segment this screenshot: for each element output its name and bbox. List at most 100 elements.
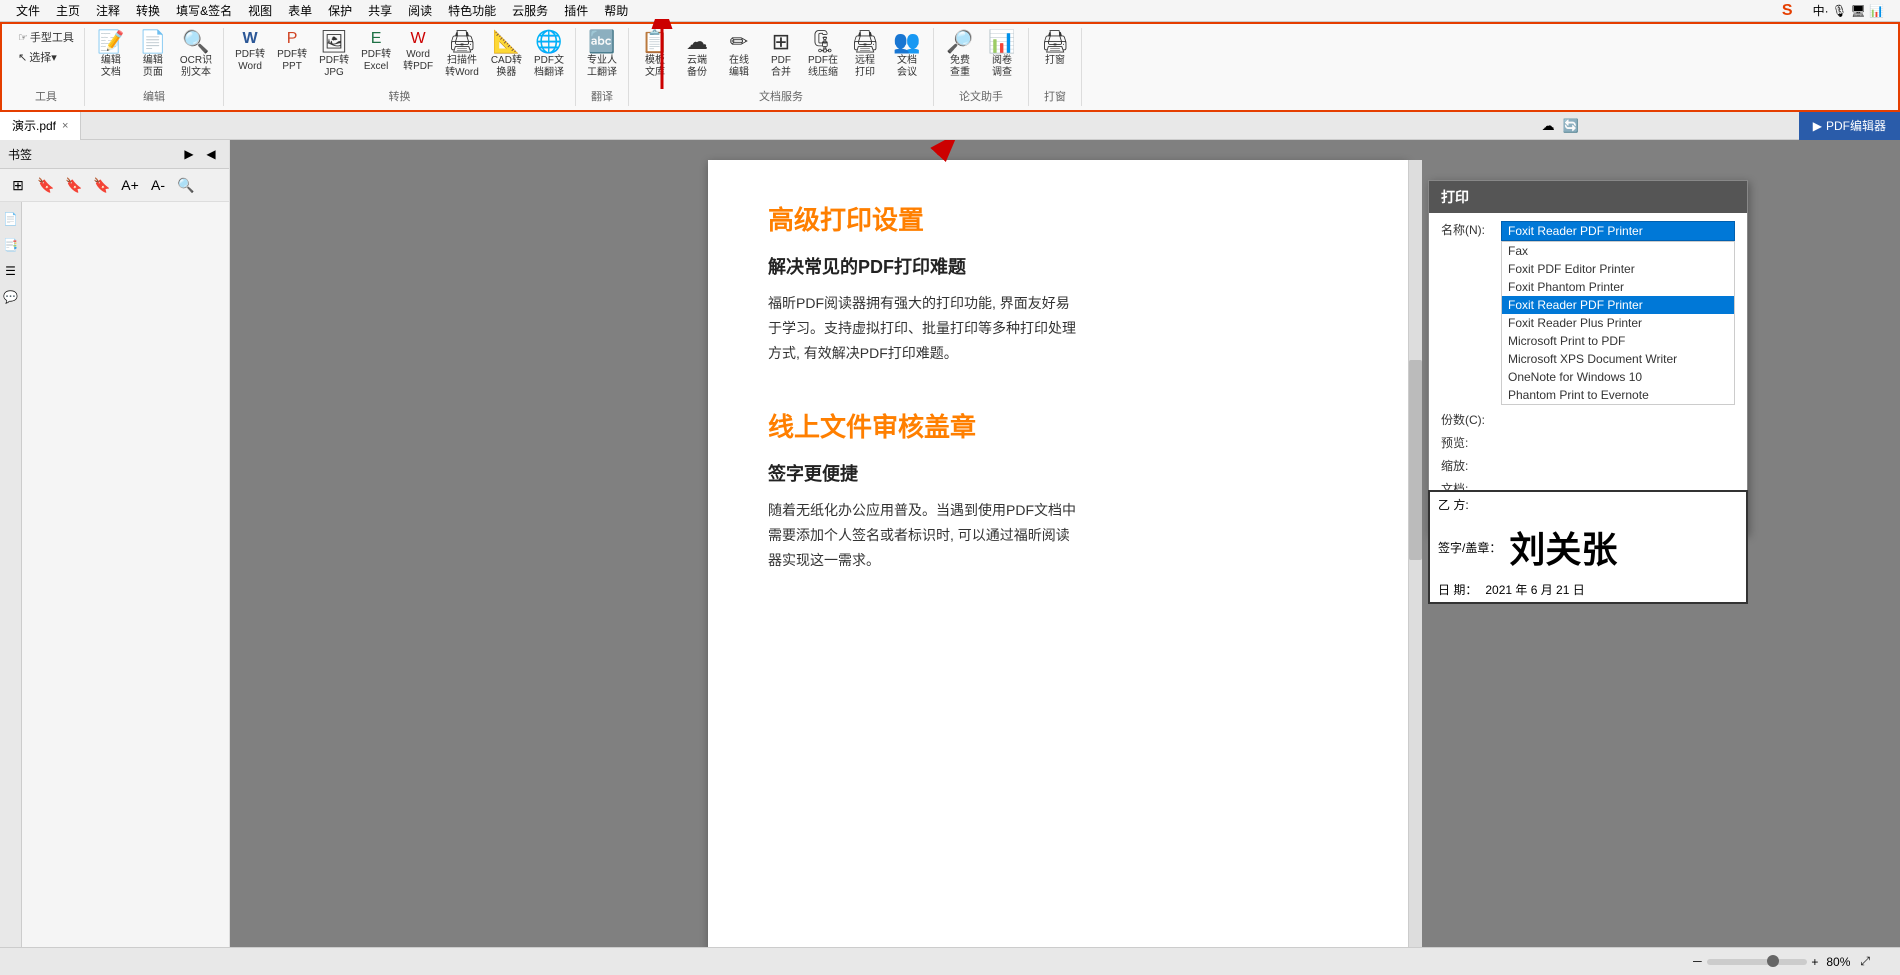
sidebar-tool-bookmark-add[interactable]: 🔖: [34, 173, 58, 197]
menu-view[interactable]: 视图: [240, 2, 280, 19]
edit-buttons: 📝 编辑 文档 📄 编辑 页面 🔍 OCR识 别文本: [91, 28, 217, 88]
pdf-merge-button[interactable]: ⊞ PDF 合并: [761, 28, 801, 82]
sidebar-tool-bookmark-add2[interactable]: 🔖: [62, 173, 86, 197]
tab-label: 演示.pdf: [12, 117, 56, 134]
printer-item-fax[interactable]: Fax: [1502, 242, 1734, 260]
sig-label: 签字/盖章：: [1438, 539, 1501, 556]
pdf-to-ppt-button[interactable]: P PDF转 PPT: [272, 28, 312, 76]
doc-meeting-button[interactable]: 👥 文档 会议: [887, 28, 927, 82]
zoom-level: 80%: [1826, 955, 1850, 969]
menu-annotate[interactable]: 注释: [88, 2, 128, 19]
doc-service-section: 📋 模板 文库 ☁ 云端 备份 ✏ 在线 编辑 ⊞ PDF 合并 🗜 PDF在 …: [629, 28, 934, 106]
sidebar-icon-layer[interactable]: ☰: [2, 262, 20, 280]
zoom-minus-button[interactable]: －: [1691, 953, 1703, 970]
reading-check-button[interactable]: 📊 阅卷 调查: [982, 28, 1022, 82]
cloud-backup-button[interactable]: ☁ 云端 备份: [677, 28, 717, 82]
translate-section: 🔤 专业人 工翻译 翻译: [576, 28, 629, 106]
scrollbar-thumb[interactable]: [1409, 360, 1422, 560]
menu-home[interactable]: 主页: [48, 2, 88, 19]
sidebar-tool-font-increase[interactable]: A+: [118, 173, 142, 197]
pro-translate-button[interactable]: 🔤 专业人 工翻译: [582, 28, 622, 82]
printer-item-phantom[interactable]: Foxit Phantom Printer: [1502, 278, 1734, 296]
section1-title: 高级打印设置: [768, 200, 1348, 237]
printer-item-editor[interactable]: Foxit PDF Editor Printer: [1502, 260, 1734, 278]
print-dialog-body: 名称(N): Foxit Reader PDF Printer Fax Foxi…: [1429, 213, 1747, 534]
select-tool-button[interactable]: ↖ 选择▾: [14, 48, 61, 66]
sidebar-collapse-btn[interactable]: ◀: [201, 144, 221, 164]
cloud-backup-icon: ☁: [686, 31, 708, 53]
translate-buttons: 🔤 专业人 工翻译: [582, 28, 622, 88]
edit-page-icon: 📄: [139, 31, 166, 53]
compress-button[interactable]: 🗜 PDF在 线压缩: [803, 28, 843, 82]
menu-file[interactable]: 文件: [8, 2, 48, 19]
tool-section-label: 工具: [14, 88, 78, 106]
sidebar-icon-annot[interactable]: 💬: [2, 288, 20, 306]
convert-buttons: W PDF转 Word P PDF转 PPT 🖼 PDF转 JPG E PDF转…: [230, 28, 569, 88]
sidebar-tool-font-decrease[interactable]: A-: [146, 173, 170, 197]
menu-convert[interactable]: 转换: [128, 2, 168, 19]
printer-item-onenote[interactable]: OneNote for Windows 10: [1502, 368, 1734, 386]
print-copies-label: 份数(C):: [1441, 411, 1501, 428]
menu-share[interactable]: 共享: [360, 2, 400, 19]
printer-item-evernote[interactable]: Phantom Print to Evernote: [1502, 386, 1734, 404]
section1: 高级打印设置 解决常见的PDF打印难题 福昕PDF阅读器拥有强大的打印功能, 界…: [768, 200, 1348, 367]
edit-doc-button[interactable]: 📝 编辑 文档: [91, 28, 131, 82]
sidebar-icon-page[interactable]: 📄: [2, 210, 20, 228]
sidebar-icon-bookmark[interactable]: 📑: [2, 236, 20, 254]
ocr-button[interactable]: 🔍 OCR识 别文本: [175, 28, 217, 82]
printer-list[interactable]: Fax Foxit PDF Editor Printer Foxit Phant…: [1501, 241, 1735, 405]
sidebar-tool-search[interactable]: 🔍: [174, 173, 198, 197]
zoom-slider[interactable]: [1707, 959, 1807, 965]
printer-item-ms-pdf[interactable]: Microsoft Print to PDF: [1502, 332, 1734, 350]
thesis-buttons: 🔎 免费 查重 📊 阅卷 调查: [940, 28, 1022, 88]
content-scrollbar[interactable]: [1408, 160, 1422, 955]
pdf-to-word-button[interactable]: W PDF转 Word: [230, 28, 270, 76]
pdf-word-icon: W: [243, 31, 258, 47]
menu-special[interactable]: 特色功能: [440, 2, 504, 19]
pdf-to-excel-button[interactable]: E PDF转 Excel: [356, 28, 396, 76]
printer-item-xps[interactable]: Microsoft XPS Document Writer: [1502, 350, 1734, 368]
menu-help[interactable]: 帮助: [596, 2, 636, 19]
tab-close-button[interactable]: ×: [62, 120, 68, 132]
menu-read[interactable]: 阅读: [400, 2, 440, 19]
print-dialog: 打印 名称(N): Foxit Reader PDF Printer Fax F…: [1428, 180, 1748, 535]
pdf-editor-arrow-icon: ▶: [1813, 119, 1822, 133]
tool-row-2: ↖ 选择▾: [14, 48, 78, 66]
translate-icon: 🔤: [588, 31, 615, 53]
word-to-pdf-button[interactable]: W Word 转PDF: [398, 28, 438, 76]
sidebar-tool-expand[interactable]: ⊞: [6, 173, 30, 197]
sidebar-tool-bookmark-add3[interactable]: 🔖: [90, 173, 114, 197]
printer-item-reader[interactable]: Foxit Reader PDF Printer: [1502, 296, 1734, 314]
signature-box: 乙 方: 签字/盖章： 刘关张 日 期： 2021 年 6 月 21 日: [1428, 490, 1748, 604]
menu-form[interactable]: 表单: [280, 2, 320, 19]
fullscreen-button[interactable]: ⤢: [1860, 954, 1870, 969]
menu-cloud[interactable]: 云服务: [504, 2, 556, 19]
survey-icon: 📊: [988, 31, 1015, 53]
template-button[interactable]: 📋 模板 文库: [635, 28, 675, 82]
edit-page-button[interactable]: 📄 编辑 页面: [133, 28, 173, 82]
pdf-editor-button[interactable]: ▶ PDF编辑器: [1799, 112, 1900, 140]
remote-print-button[interactable]: 🖨 远程 打印: [845, 28, 885, 82]
menu-plugin[interactable]: 插件: [556, 2, 596, 19]
online-edit-button[interactable]: ✏ 在线 编辑: [719, 28, 759, 82]
remote-print-icon: 🖨: [851, 31, 879, 53]
cad-to-pdf-button[interactable]: 📐 CAD转 换器: [486, 28, 527, 82]
pdf-to-file-button[interactable]: 🌐 PDF文 档翻译: [529, 28, 569, 82]
scan-to-pdf-button[interactable]: 🖨 扫描件 转Word: [440, 28, 484, 82]
print-room-button[interactable]: 🖨 打窗: [1035, 28, 1075, 70]
print-name-input[interactable]: Foxit Reader PDF Printer: [1501, 221, 1735, 241]
zoom-plus-button[interactable]: +: [1811, 955, 1818, 969]
pdf-to-jpg-button[interactable]: 🖼 PDF转 JPG: [314, 28, 354, 82]
printer-item-reader-plus[interactable]: Foxit Reader Plus Printer: [1502, 314, 1734, 332]
sidebar-expand-btn[interactable]: ▶: [179, 144, 199, 164]
pdf-tab[interactable]: 演示.pdf ×: [0, 112, 81, 140]
cad-icon: 📐: [493, 31, 520, 53]
hand-tool-button[interactable]: ☞ 手型工具: [14, 28, 78, 46]
sig-name-row: 签字/盖章： 刘关张: [1430, 517, 1746, 577]
word-pdf-icon: W: [411, 31, 426, 47]
print-buttons: 🖨 打窗: [1035, 28, 1075, 88]
menu-protect[interactable]: 保护: [320, 2, 360, 19]
menu-sign[interactable]: 填写&签名: [168, 2, 240, 19]
free-check-button[interactable]: 🔎 免费 查重: [940, 28, 980, 82]
pdf-excel-icon: E: [371, 31, 382, 47]
